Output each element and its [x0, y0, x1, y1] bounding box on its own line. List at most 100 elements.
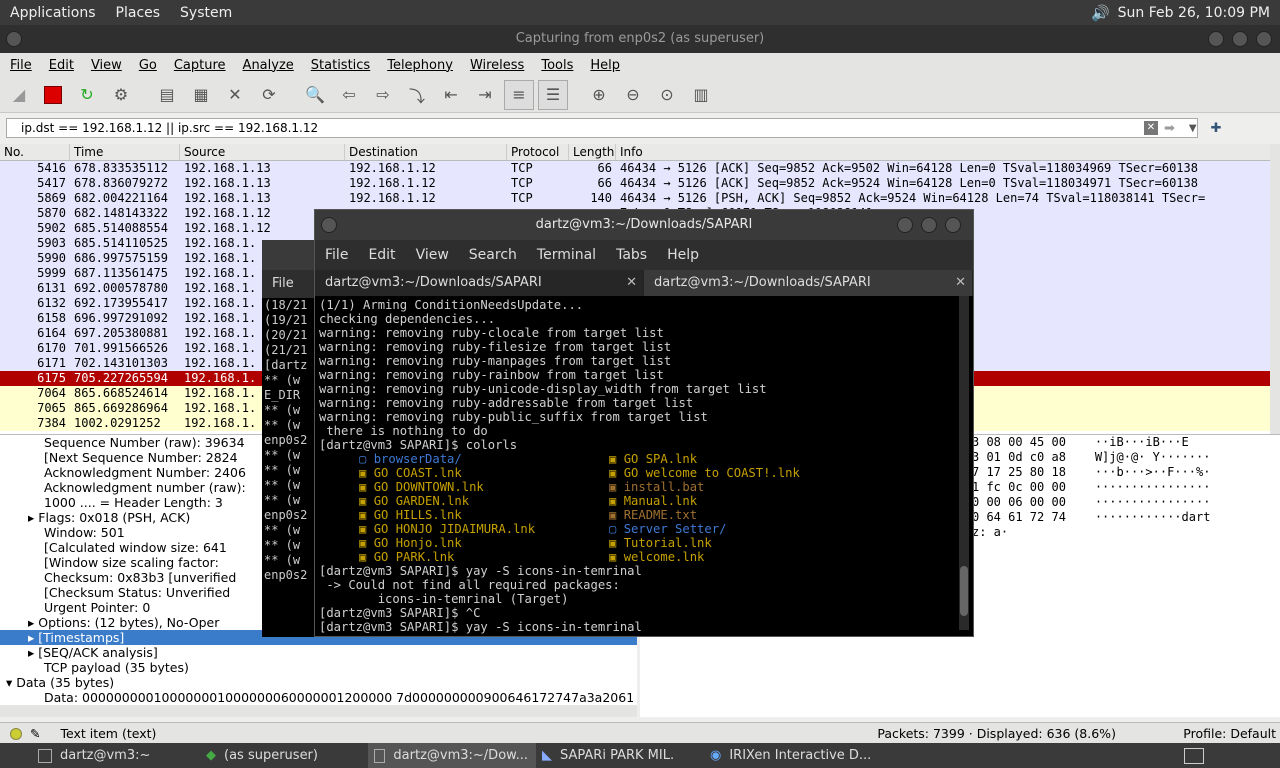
- reload-icon[interactable]: ⟳: [254, 80, 284, 110]
- terminal-window-menu-icon[interactable]: [321, 217, 337, 233]
- terminal-output[interactable]: (1/1) Arming ConditionNeedsUpdate... chec…: [315, 296, 973, 636]
- apply-filter-icon[interactable]: ➡: [1164, 121, 1175, 136]
- menu-help[interactable]: Help: [580, 58, 627, 73]
- packet-row[interactable]: 5869 682.004221164 192.168.1.13 192.168.1.1…: [0, 191, 1270, 206]
- terminal-menu-view[interactable]: View: [406, 247, 459, 263]
- terminal-menu-edit[interactable]: Edit: [358, 247, 405, 263]
- terminal-line: [dartz@vm3 SAPARI]$ colorls: [319, 438, 518, 452]
- first-packet-icon[interactable]: ⇤: [436, 80, 466, 110]
- show-desktop-icon[interactable]: [1184, 747, 1204, 764]
- menu-capture[interactable]: Capture: [164, 58, 233, 73]
- col-time[interactable]: Time: [70, 144, 180, 160]
- normal-size-icon[interactable]: ⊙: [652, 80, 682, 110]
- clear-filter-icon[interactable]: ✕: [1144, 121, 1158, 135]
- go-forward-icon[interactable]: ⇨: [368, 80, 398, 110]
- detail-line[interactable]: TCP payload (35 bytes): [0, 660, 637, 675]
- menu-wireless[interactable]: Wireless: [460, 58, 531, 73]
- packet-list-scrollbar[interactable]: [1270, 144, 1280, 434]
- go-back-icon[interactable]: ⇦: [334, 80, 364, 110]
- details-hscrollbar[interactable]: [0, 705, 637, 717]
- clock[interactable]: Sun Feb 26, 10:09 PM: [1118, 5, 1270, 21]
- wireshark-titlebar[interactable]: Capturing from enp0s2 (as superuser): [0, 25, 1280, 53]
- terminal-back-window[interactable]: File (18/21 (19/21 (20/21 (21/21 [dartz ** (…: [262, 240, 322, 637]
- col-source[interactable]: Source: [180, 144, 345, 160]
- maximize-icon[interactable]: [1232, 31, 1248, 47]
- terminal-maximize-icon[interactable]: [921, 217, 937, 233]
- terminal-window: dartz@vm3:~/Downloads/SAPARI File Edit V…: [314, 209, 974, 637]
- task-terminal-home[interactable]: dartz@vm3:~: [0, 743, 200, 768]
- zoom-out-icon[interactable]: ⊖: [618, 80, 648, 110]
- terminal-tab-2[interactable]: dartz@vm3:~/Downloads/SAPARI ✕: [644, 270, 973, 296]
- browser-icon: ◉: [710, 748, 722, 763]
- terminal-scrollbar[interactable]: [959, 296, 969, 630]
- system-menu[interactable]: System: [170, 5, 242, 21]
- places-menu[interactable]: Places: [106, 5, 171, 21]
- col-destination[interactable]: Destination: [345, 144, 507, 160]
- col-protocol[interactable]: Protocol: [507, 144, 569, 160]
- terminal-menu-terminal[interactable]: Terminal: [527, 247, 606, 263]
- terminal-back-titlebar[interactable]: [262, 240, 322, 270]
- packet-cell-time: 865.669286964: [74, 401, 168, 415]
- detail-line[interactable]: ▾ Data (35 bytes): [0, 675, 637, 690]
- menu-tools[interactable]: Tools: [531, 58, 580, 73]
- terminal-minimize-icon[interactable]: [897, 217, 913, 233]
- col-info[interactable]: Info: [616, 144, 1270, 160]
- task-label: SAPARi PARK MIL.: [560, 748, 675, 763]
- menu-analyze[interactable]: Analyze: [233, 58, 301, 73]
- terminal-close-icon[interactable]: [945, 217, 961, 233]
- packet-row[interactable]: 5416 678.833535112 192.168.1.13 192.168.1.1…: [0, 161, 1270, 176]
- menu-file[interactable]: File: [0, 58, 39, 73]
- menu-go[interactable]: Go: [129, 58, 164, 73]
- terminal-menu-file[interactable]: File: [315, 247, 358, 263]
- packet-cell-time: 685.514088554: [74, 221, 168, 235]
- col-length[interactable]: Length: [569, 144, 616, 160]
- task-terminal-sapari[interactable]: dartz@vm3:~/Dow...: [368, 743, 536, 768]
- menu-view[interactable]: View: [81, 58, 129, 73]
- col-no[interactable]: No.: [0, 144, 70, 160]
- menu-statistics[interactable]: Statistics: [301, 58, 377, 73]
- last-packet-icon[interactable]: ⇥: [470, 80, 500, 110]
- terminal-menu-tabs[interactable]: Tabs: [606, 247, 657, 263]
- packet-row[interactable]: 5417 678.836079272 192.168.1.13 192.168.1.1…: [0, 176, 1270, 191]
- autoscroll-icon[interactable]: ≡: [504, 79, 534, 110]
- terminal-line: warning: removing ruby-addressable from …: [319, 396, 694, 410]
- applications-menu[interactable]: Applications: [0, 5, 106, 21]
- add-filter-button-icon[interactable]: ✚: [1211, 121, 1222, 136]
- terminal-menu-search[interactable]: Search: [459, 247, 527, 263]
- start-capture-icon[interactable]: ◢: [4, 80, 34, 110]
- go-to-packet-icon[interactable]: ⤵: [402, 80, 432, 110]
- close-file-icon[interactable]: ✕: [220, 80, 250, 110]
- open-file-icon[interactable]: ▤: [152, 80, 182, 110]
- tab-close-icon[interactable]: ✕: [955, 270, 966, 296]
- detail-line[interactable]: Data: 0000000001000000010000000600000012…: [0, 690, 637, 705]
- edit-comment-icon[interactable]: ✎: [30, 726, 40, 741]
- stop-capture-icon[interactable]: [38, 80, 68, 110]
- profile[interactable]: Profile: Default: [1183, 726, 1280, 741]
- zoom-in-icon[interactable]: ⊕: [584, 80, 614, 110]
- colorize-icon[interactable]: ☰: [538, 79, 568, 110]
- filter-dropdown-icon[interactable]: ▼: [1189, 123, 1197, 134]
- task-sapari[interactable]: ◣ SAPARi PARK MIL.: [536, 743, 704, 768]
- terminal-scroll-thumb[interactable]: [960, 566, 968, 616]
- menu-edit[interactable]: Edit: [39, 58, 81, 73]
- find-packet-icon[interactable]: 🔍: [300, 80, 330, 110]
- restart-capture-icon[interactable]: ↻: [72, 80, 102, 110]
- capture-options-icon[interactable]: ⚙: [106, 80, 136, 110]
- expert-info-icon[interactable]: [10, 727, 22, 740]
- resize-columns-icon[interactable]: ▥: [686, 80, 716, 110]
- terminal-titlebar[interactable]: dartz@vm3:~/Downloads/SAPARI: [315, 210, 973, 240]
- minimize-icon[interactable]: [1208, 31, 1224, 47]
- save-file-icon[interactable]: ▦: [186, 80, 216, 110]
- terminal-menu-help[interactable]: Help: [657, 247, 709, 263]
- menu-telephony[interactable]: Telephony: [377, 58, 460, 73]
- task-irixen[interactable]: ◉ IRIXen Interactive D...: [704, 743, 872, 768]
- terminal-tab-1[interactable]: dartz@vm3:~/Downloads/SAPARI ✕: [315, 270, 644, 296]
- tab-close-icon[interactable]: ✕: [626, 270, 637, 296]
- display-filter-input[interactable]: ip.dst == 192.168.1.12 || ip.src == 192.…: [6, 118, 1198, 138]
- volume-icon[interactable]: 🔊: [1091, 4, 1110, 22]
- terminal-back-menu-file[interactable]: File: [262, 270, 322, 298]
- window-menu-icon[interactable]: [6, 31, 22, 47]
- task-wireshark[interactable]: ◆ (as superuser): [200, 743, 368, 768]
- close-icon[interactable]: [1256, 31, 1272, 47]
- detail-line[interactable]: ▸ [SEQ/ACK analysis]: [0, 645, 637, 660]
